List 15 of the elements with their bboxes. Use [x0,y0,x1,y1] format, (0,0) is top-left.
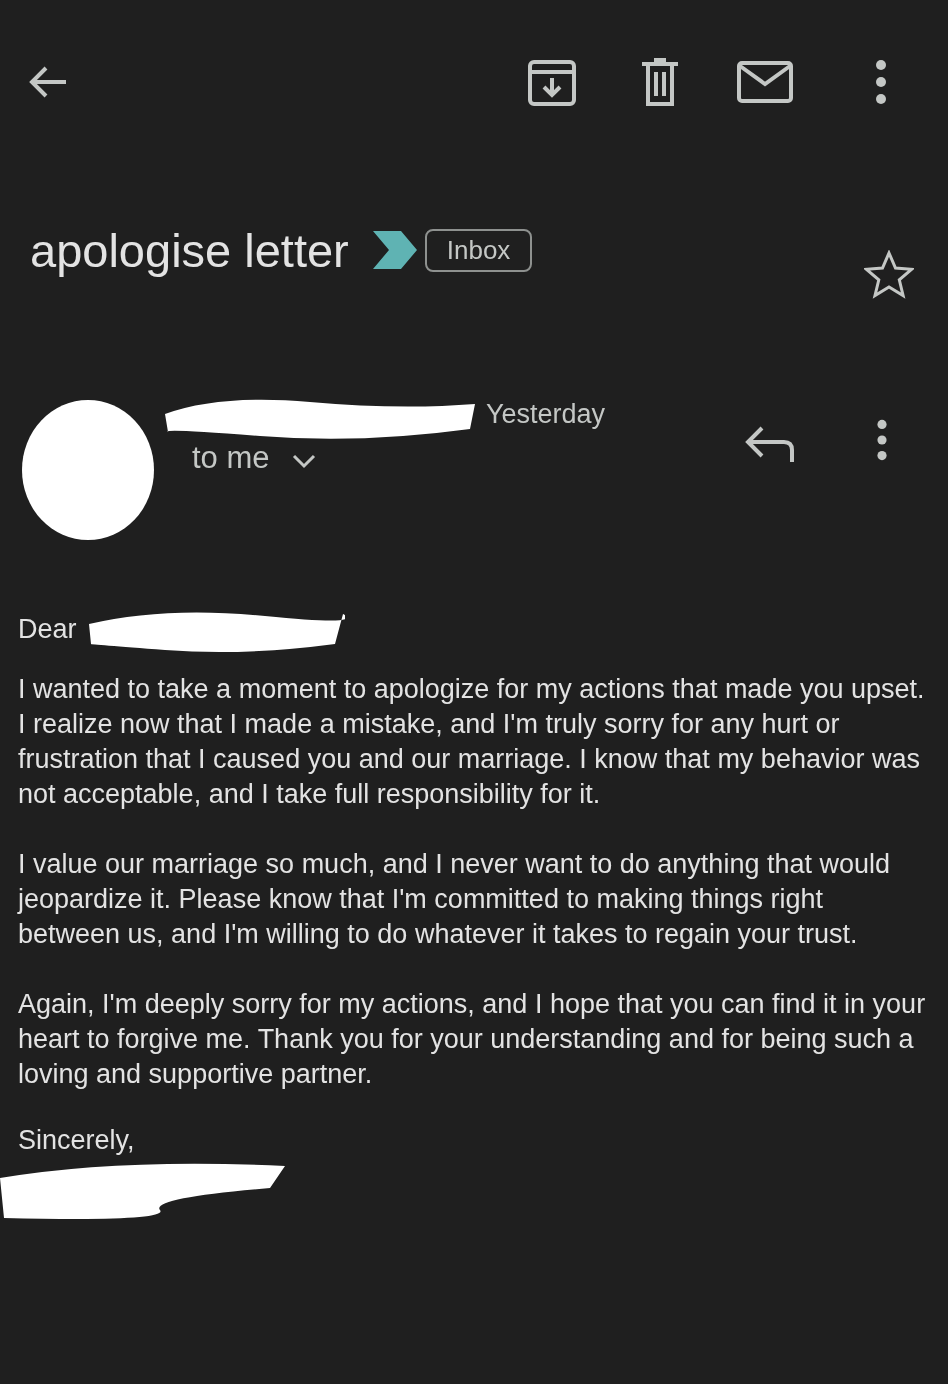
greeting-text: Dear [18,612,77,646]
closing-text: Sincerely, [18,1124,136,1157]
more-icon[interactable] [874,58,888,106]
message-time: Yesterday [486,398,606,430]
body-paragraph: Again, I'm deeply sorry for my actions, and I hope that you can find it in your heart to forgive me. Thank you for your understanding and for being such a loving and supportive partner. [18,988,927,1091]
mail-icon[interactable] [736,58,794,106]
email-subject: apologise letter [30,222,349,278]
body-paragraph: I wanted to take a moment to apologize for my actions that made you upset. I realize now that I made a mistake, and I'm truly sorry for any hurt or frustration that I caused you and our marriage. I know that my behavior was not acceptable, and I take full responsibility for it. [18,673,926,811]
recipient-text[interactable]: to me [192,440,270,476]
chevron-down-icon[interactable] [291,453,316,469]
importance-marker-icon [372,231,417,269]
inbox-label[interactable]: Inbox [424,228,533,272]
star-icon[interactable] [864,250,914,300]
reply-icon[interactable] [744,424,796,464]
body-paragraph: I value our marriage so much, and I never want to do anything that would jeopardize it. Please know that I'm committed to making things right between us, and I'm willing to do whatever it takes to regain your trust. [18,848,891,951]
